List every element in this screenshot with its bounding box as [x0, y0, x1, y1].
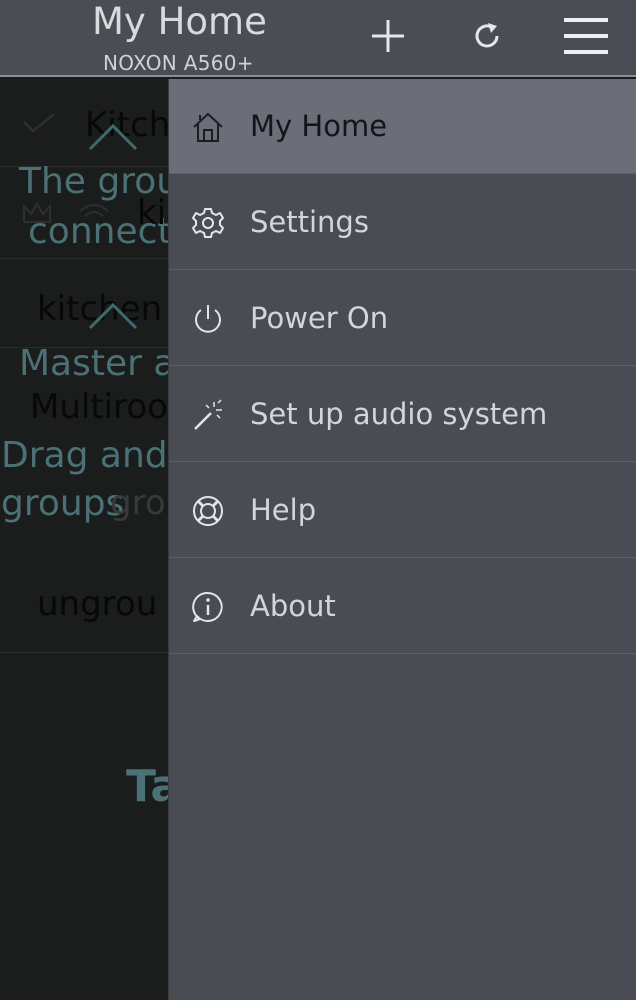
info-icon	[192, 591, 223, 622]
ungroup-label: ungrou	[37, 584, 158, 624]
navigation-drawer: My Home Settings Power On Set up audio s…	[168, 79, 636, 1000]
device-name: NOXON A560+	[103, 51, 254, 75]
menu-item-about[interactable]: About	[169, 559, 636, 654]
menu-item-label: My Home	[250, 109, 388, 143]
menu-item-help[interactable]: Help	[169, 463, 636, 558]
chevron-up-icon	[88, 302, 138, 330]
menu-button[interactable]	[562, 14, 610, 58]
menu-item-label: Power On	[250, 301, 389, 335]
hint-text: Multiroo	[30, 387, 168, 427]
menu-item-label: Help	[250, 493, 317, 527]
add-button[interactable]	[366, 14, 410, 58]
crown-icon	[23, 202, 51, 223]
ungroup-row: ungrou	[0, 547, 168, 653]
page-title: My Home	[92, 0, 267, 43]
chevron-up-icon	[88, 123, 138, 151]
hint-text: Drag and	[1, 435, 168, 476]
power-icon	[195, 305, 221, 333]
hint-text: Master a	[19, 343, 176, 384]
menu-item-label: Settings	[250, 205, 369, 239]
hint-text: groups	[1, 483, 125, 524]
menu-item-settings[interactable]: Settings	[169, 175, 636, 270]
refresh-button[interactable]	[465, 14, 509, 58]
hamburger-menu-icon	[564, 18, 608, 54]
gear-icon	[192, 208, 224, 238]
plus-icon	[372, 20, 404, 52]
check-icon	[23, 113, 55, 133]
home-icon	[193, 112, 223, 142]
speaker-row: ki	[0, 166, 168, 259]
app-header: My Home NOXON A560+	[0, 0, 636, 77]
refresh-icon	[475, 23, 499, 48]
group-row: Kitch	[0, 77, 170, 167]
magic-wand-icon	[194, 399, 222, 430]
wifi-icon	[79, 204, 109, 217]
menu-item-set-up-audio-system[interactable]: Set up audio system	[169, 367, 636, 462]
speaker-row: kitchen	[0, 258, 168, 348]
menu-item-power-on[interactable]: Power On	[169, 271, 636, 366]
menu-item-label: Set up audio system	[250, 397, 548, 431]
menu-item-my-home[interactable]: My Home	[169, 79, 636, 174]
menu-item-label: About	[250, 589, 336, 623]
speaker-name: ki	[137, 193, 167, 233]
lifebuoy-icon	[193, 496, 223, 526]
